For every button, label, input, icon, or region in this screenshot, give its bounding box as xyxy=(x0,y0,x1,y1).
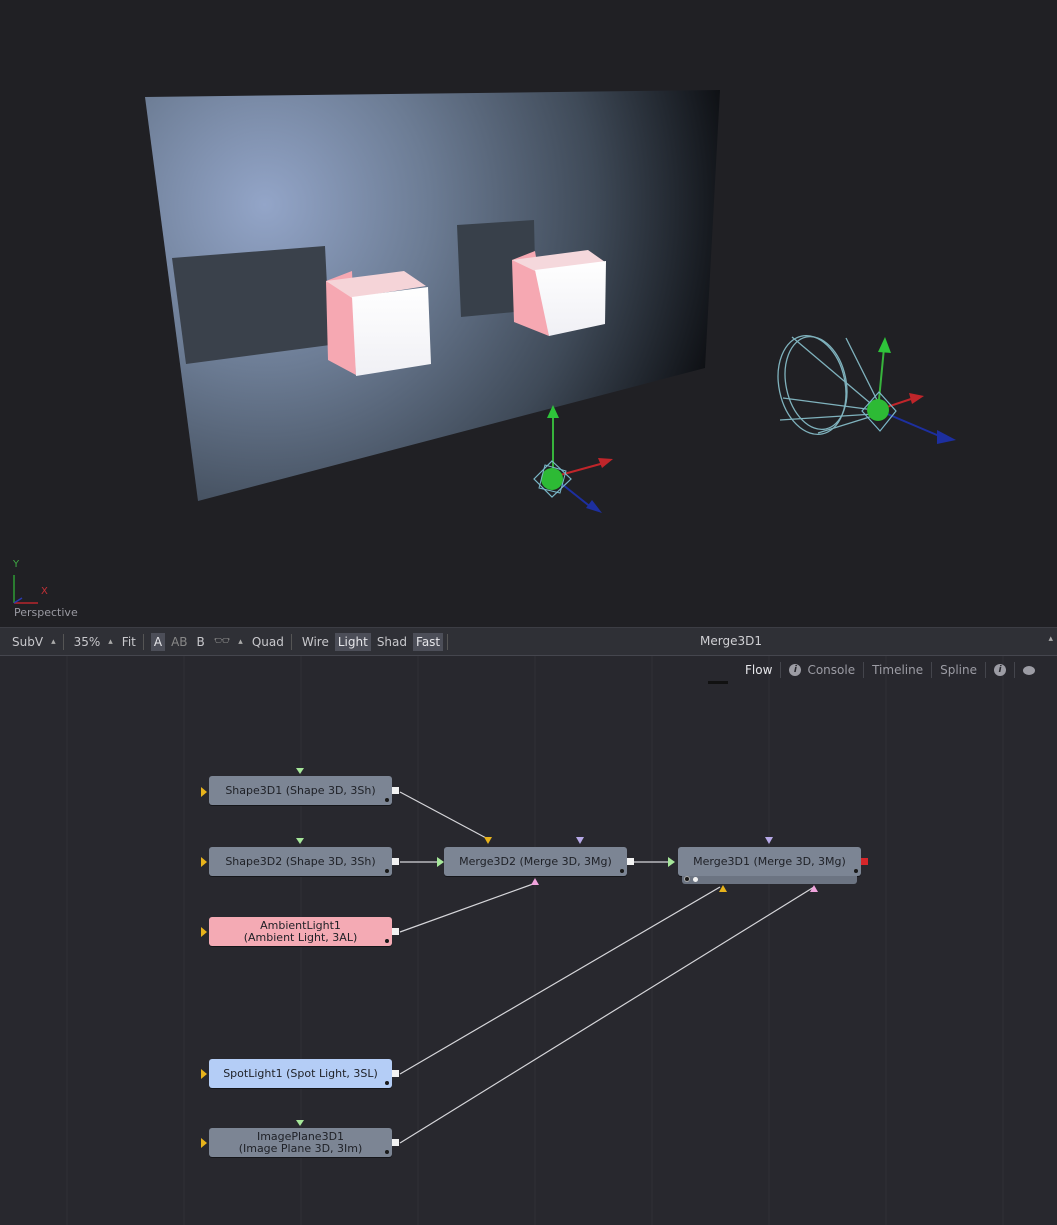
connection-line xyxy=(399,886,815,1144)
spot-light-gizmo xyxy=(777,334,879,436)
node-input-yellow xyxy=(201,1069,207,1079)
node-dot xyxy=(385,798,389,802)
quad-button[interactable]: Quad xyxy=(249,635,287,649)
buffer-ab-button[interactable]: AB xyxy=(168,635,190,649)
3d-viewer[interactable]: Y X Perspective xyxy=(0,0,1057,627)
toolbar-divider xyxy=(290,633,292,650)
node-extra-inputs-bar xyxy=(682,876,857,884)
node-dot xyxy=(385,1150,389,1154)
node-input-yellow xyxy=(201,787,207,797)
view-name-label: Perspective xyxy=(14,606,78,619)
tab-console-label: Console xyxy=(807,663,856,677)
fit-button[interactable]: Fit xyxy=(119,635,139,649)
node-output[interactable] xyxy=(392,858,399,865)
flow-editor[interactable]: Flow i Console Timeline Spline i Shape3D1… xyxy=(0,656,1057,1225)
node-label: Shape3D1 (Shape 3D, 3Sh) xyxy=(225,783,376,797)
cube-shadow-left xyxy=(172,246,330,364)
axis-triad-icon xyxy=(13,575,38,604)
cube-left-front xyxy=(352,287,431,376)
connections xyxy=(399,791,815,1144)
speech-bubble-icon xyxy=(1023,665,1035,675)
node-merge3d1[interactable]: Merge3D1 (Merge 3D, 3Mg) xyxy=(678,847,868,884)
viewer-title: Merge3D1 xyxy=(700,634,762,648)
node-dot xyxy=(854,869,858,873)
toolbar-divider xyxy=(142,633,144,650)
node-dot xyxy=(620,869,624,873)
light-button[interactable]: Light xyxy=(334,632,371,651)
node-label-line1: AmbientLight1 xyxy=(260,918,341,932)
toolbar-divider xyxy=(447,633,449,650)
node-indicator[interactable] xyxy=(693,877,698,882)
merge-input-violet xyxy=(765,837,773,844)
node-output[interactable] xyxy=(627,858,634,865)
node-input-yellow xyxy=(201,857,207,867)
node-input-yellow xyxy=(201,1138,207,1148)
node-merge3d2[interactable]: Merge3D2 (Merge 3D, 3Mg) xyxy=(444,847,634,876)
toolbar-divider xyxy=(62,633,64,650)
node-dot xyxy=(385,939,389,943)
merge-input-pink xyxy=(531,878,539,885)
node-label-line1: ImagePlane3D1 xyxy=(256,1129,345,1143)
node-label-line2: (Ambient Light, 3AL) xyxy=(243,930,358,944)
node-dot xyxy=(385,1081,389,1085)
panel-tabs: Flow i Console Timeline Spline i xyxy=(737,662,1043,678)
node-input-green xyxy=(296,1120,304,1126)
info-icon: i xyxy=(994,664,1006,676)
node-output[interactable] xyxy=(392,1070,399,1077)
toolbar-caret-icon[interactable]: ▴ xyxy=(1048,634,1053,644)
axis-y-label: Y xyxy=(13,559,20,570)
connection-line xyxy=(399,791,489,840)
tab-spline[interactable]: Spline xyxy=(932,662,986,678)
tab-comments[interactable] xyxy=(1015,662,1043,678)
merge-input-yellow xyxy=(719,885,727,892)
node-output[interactable] xyxy=(392,787,399,794)
node-output[interactable] xyxy=(392,928,399,935)
node-image-plane3d1[interactable]: ImagePlane3D1 (Image Plane 3D, 3Im) xyxy=(209,1128,399,1157)
fast-button[interactable]: Fast xyxy=(413,632,444,651)
connection-line xyxy=(399,883,534,933)
node-dot xyxy=(385,869,389,873)
node-label-line2: (Image Plane 3D, 3Im) xyxy=(238,1141,363,1155)
buffer-b-button[interactable]: B xyxy=(194,635,208,649)
subview-caret-icon[interactable]: ▴ xyxy=(48,637,59,647)
tab-flow[interactable]: Flow xyxy=(737,662,782,678)
axis-x-label: X xyxy=(41,586,48,597)
tab-console[interactable]: i Console xyxy=(781,662,865,678)
input-arrow-green xyxy=(437,857,444,867)
merge-input-violet xyxy=(576,837,584,844)
node-output-active[interactable] xyxy=(861,858,868,865)
spot-light-axes xyxy=(861,337,956,444)
node-label: Merge3D2 (Merge 3D, 3Mg) xyxy=(459,854,612,868)
info-icon: i xyxy=(789,664,802,676)
node-ambient-light1[interactable]: AmbientLight1 (Ambient Light, 3AL) xyxy=(209,917,399,946)
node-label: Shape3D2 (Shape 3D, 3Sh) xyxy=(225,854,376,868)
tab-inspector[interactable]: i xyxy=(986,662,1015,678)
viewer-toolbar: SubV ▴ 35% ▴ Fit A AB B 👓︎ ▴ Quad Wire L… xyxy=(0,627,1057,657)
node-shape3d2[interactable]: Shape3D2 (Shape 3D, 3Sh) xyxy=(209,847,399,876)
wire-button[interactable]: Wire xyxy=(299,635,332,649)
stereo-caret-icon[interactable]: ▴ xyxy=(235,637,246,647)
tab-timeline[interactable]: Timeline xyxy=(864,662,933,678)
node-input-green xyxy=(296,838,304,844)
node-shape3d1[interactable]: Shape3D1 (Shape 3D, 3Sh) xyxy=(209,776,399,805)
node-indicator[interactable] xyxy=(684,876,690,882)
merge-input-yellow xyxy=(484,837,492,844)
stereo-glasses-icon[interactable]: 👓︎ xyxy=(211,634,234,649)
zoom-level[interactable]: 35% xyxy=(71,635,104,649)
tab-separator xyxy=(708,681,728,684)
input-arrow-green xyxy=(668,857,675,867)
buffer-a-button[interactable]: A xyxy=(150,632,166,651)
zoom-caret-icon[interactable]: ▴ xyxy=(105,637,116,647)
ambient-light-gizmo xyxy=(533,405,613,513)
node-output[interactable] xyxy=(392,1139,399,1146)
node-input-yellow xyxy=(201,927,207,937)
node-label: SpotLight1 (Spot Light, 3SL) xyxy=(223,1066,378,1080)
shadow-button[interactable]: Shad xyxy=(374,635,410,649)
subview-button[interactable]: SubV xyxy=(9,635,46,649)
node-spot-light1[interactable]: SpotLight1 (Spot Light, 3SL) xyxy=(209,1059,399,1088)
node-input-green xyxy=(296,768,304,774)
node-label: Merge3D1 (Merge 3D, 3Mg) xyxy=(693,854,846,868)
flow-grid xyxy=(66,656,1004,1225)
viewport-scene[interactable] xyxy=(0,0,1057,627)
